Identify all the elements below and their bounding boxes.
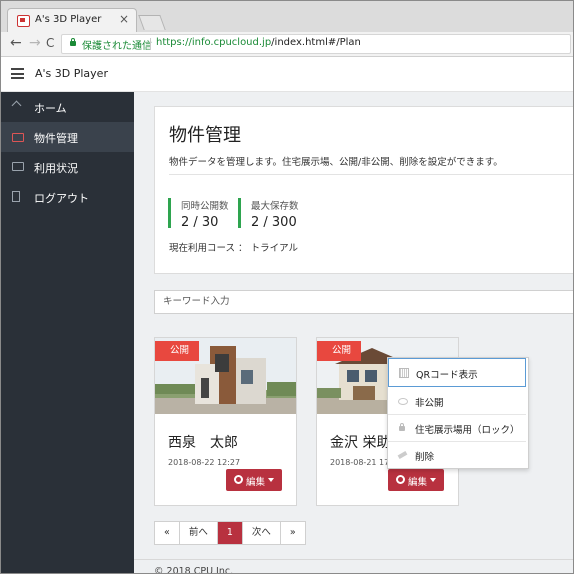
- page-next-button[interactable]: 次へ: [243, 522, 281, 544]
- url-separator: [150, 38, 151, 50]
- url-path: /index.html#/Plan: [271, 37, 361, 48]
- search-input[interactable]: [155, 291, 563, 311]
- divider: [169, 174, 573, 175]
- keyword-search[interactable]: [154, 290, 573, 314]
- public-badge: 公開: [155, 341, 200, 361]
- sidebar-item-usage[interactable]: 利用状況: [1, 152, 134, 182]
- plan-text: 現在利用コース ： トライアル: [169, 243, 298, 254]
- menu-item-unpublish[interactable]: 非公開: [388, 387, 526, 415]
- public-badge: 公開: [317, 341, 362, 361]
- summary-card: 物件管理 物件データを管理します。住宅展示場、公開/非公開、削除を設定ができます…: [154, 106, 573, 274]
- sidebar-item-properties[interactable]: 物件管理: [1, 122, 134, 152]
- forward-arrow-icon[interactable]: →: [29, 35, 41, 51]
- hamburger-menu-icon[interactable]: [11, 68, 24, 79]
- lock-icon: [399, 423, 405, 431]
- reload-icon[interactable]: C: [46, 35, 54, 51]
- sidebar-item-home[interactable]: ホーム: [1, 92, 134, 122]
- page-prev-button[interactable]: 前へ: [180, 522, 218, 544]
- sidebar-item-label: ログアウト: [34, 192, 89, 205]
- sidebar-item-label: 物件管理: [34, 132, 78, 145]
- stat-value: 2 / 300: [251, 215, 297, 230]
- sidebar: ホーム 物件管理 利用状況 ログアウト: [1, 92, 134, 573]
- browser-window: A's 3D Player × ← → C 保護された通信 https://in…: [0, 0, 574, 574]
- tab-title: A's 3D Player: [35, 14, 102, 25]
- main-content: 物件管理 物件データを管理します。住宅展示場、公開/非公開、削除を設定ができます…: [134, 92, 573, 573]
- browser-toolbar: ← → C 保護された通信 https://info.cpucloud.jp/i…: [1, 32, 573, 57]
- favicon-icon: [17, 15, 30, 27]
- property-card[interactable]: 公開 西泉 太郎 2018-08-22 12:27 編集: [154, 337, 297, 506]
- menu-item-qr-code[interactable]: QRコード表示: [388, 358, 526, 387]
- tab-close-icon[interactable]: ×: [119, 12, 129, 26]
- edit-button[interactable]: 編集: [226, 469, 282, 491]
- stat-label: 最大保存数: [251, 201, 299, 212]
- eye-icon: [398, 398, 408, 405]
- new-tab-button[interactable]: [138, 15, 166, 30]
- caret-down-icon: [268, 478, 274, 482]
- stat-label: 同時公開数: [181, 201, 229, 212]
- tab-strip: A's 3D Player ×: [1, 1, 573, 33]
- stat-public-count: 同時公開数 2 / 30: [168, 198, 229, 230]
- property-name: 西泉 太郎: [168, 435, 238, 451]
- page-last-button[interactable]: »: [281, 522, 305, 544]
- pagination: « 前へ 1 次へ »: [154, 521, 306, 545]
- gear-icon: [234, 475, 243, 484]
- chat-icon: [12, 162, 24, 171]
- lock-icon: [70, 38, 76, 46]
- sidebar-item-logout[interactable]: ログアウト: [1, 182, 134, 212]
- address-bar[interactable]: 保護された通信 https://info.cpucloud.jp/index.h…: [61, 34, 571, 54]
- app-header: A's 3D Player: [1, 57, 573, 92]
- menu-item-label: 削除: [415, 452, 435, 463]
- home-icon: [12, 101, 22, 110]
- page-current-button[interactable]: 1: [217, 522, 243, 544]
- menu-item-label: 非公開: [415, 398, 444, 409]
- back-arrow-icon[interactable]: ←: [10, 35, 22, 51]
- gear-icon: [396, 475, 405, 484]
- qr-icon: [399, 368, 409, 378]
- menu-item-showroom-lock[interactable]: 住宅展示場用（ロック）: [388, 414, 526, 442]
- secure-label: 保護された通信: [82, 41, 152, 52]
- sidebar-item-label: ホーム: [34, 102, 67, 115]
- property-name: 金沢 栄助: [330, 435, 391, 451]
- menu-item-label: 住宅展示場用（ロック）: [415, 425, 520, 436]
- eraser-icon: [397, 451, 408, 459]
- stat-max-storage: 最大保存数 2 / 300: [238, 198, 299, 230]
- footer-divider: [134, 559, 573, 560]
- app-name: A's 3D Player: [35, 67, 108, 80]
- page-description: 物件データを管理します。住宅展示場、公開/非公開、削除を設定ができます。: [169, 157, 503, 168]
- property-date: 2018-08-22 12:27: [168, 458, 241, 467]
- browser-tab[interactable]: A's 3D Player ×: [7, 8, 137, 33]
- url-host: https://info.cpucloud.jp: [156, 37, 272, 48]
- menu-item-delete[interactable]: 削除: [388, 441, 526, 468]
- caret-down-icon: [430, 478, 436, 482]
- sidebar-item-label: 利用状況: [34, 162, 78, 175]
- page-title: 物件管理: [169, 125, 241, 146]
- page-first-button[interactable]: «: [155, 522, 180, 544]
- url-text: https://info.cpucloud.jp/index.html#/Pla…: [156, 37, 361, 48]
- edit-label: 編集: [408, 477, 428, 488]
- stat-value: 2 / 30: [181, 215, 219, 230]
- menu-item-label: QRコード表示: [416, 370, 478, 381]
- edit-button[interactable]: 編集: [388, 469, 444, 491]
- folder-icon: [12, 133, 24, 142]
- edit-label: 編集: [246, 477, 266, 488]
- edit-dropdown-menu: QRコード表示 非公開 住宅展示場用（ロック） 削除: [387, 357, 529, 469]
- footer-copyright: © 2018 CPU Inc.: [154, 566, 234, 574]
- logout-icon: [12, 191, 20, 202]
